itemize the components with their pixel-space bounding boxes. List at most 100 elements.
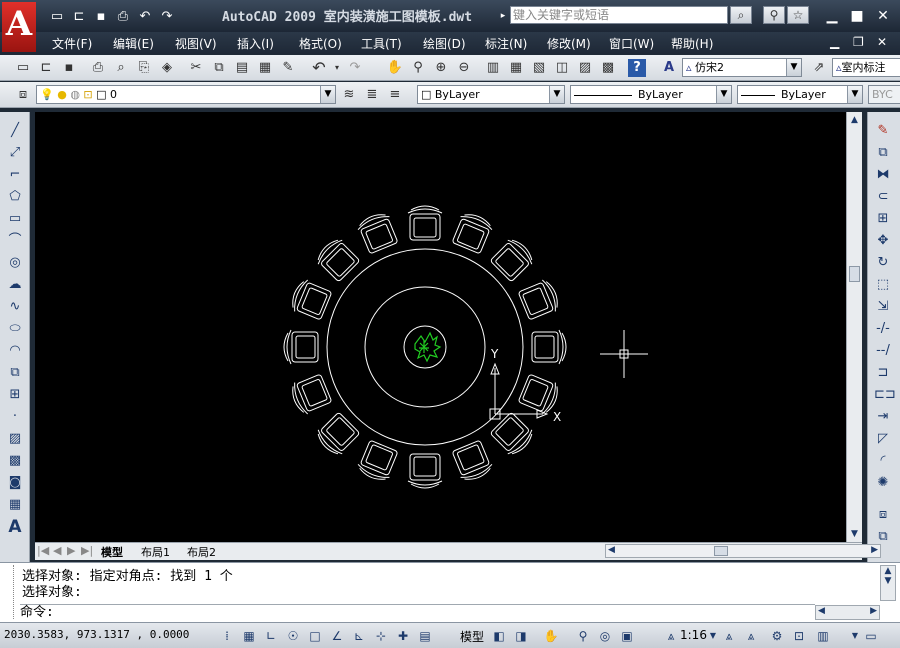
- object-snap-icon[interactable]: □: [306, 627, 324, 645]
- redo-icon[interactable]: ↷: [346, 59, 364, 77]
- circle-icon[interactable]: ◎: [6, 254, 24, 272]
- menu-view[interactable]: 视图(V): [175, 35, 217, 52]
- offset-icon[interactable]: ⊂: [874, 188, 892, 206]
- qnew-icon[interactable]: ▭: [14, 59, 32, 77]
- chair[interactable]: [288, 372, 332, 416]
- maximize-icon[interactable]: ■: [847, 8, 867, 24]
- multiline-text-icon[interactable]: A: [6, 518, 24, 536]
- plotstyle-control-select[interactable]: BYC: [868, 85, 900, 104]
- zoom-realtime-icon[interactable]: ⚲: [409, 59, 427, 77]
- command-h-scrollbar[interactable]: ◀ ▶: [815, 605, 880, 620]
- move-icon[interactable]: ✥: [874, 232, 892, 250]
- tab-nav-next-icon[interactable]: ▶: [67, 544, 75, 557]
- chair[interactable]: [313, 235, 361, 283]
- redo-icon[interactable]: ↷: [158, 8, 176, 26]
- grid-display-icon[interactable]: ▦: [240, 627, 258, 645]
- undo-dropdown-icon[interactable]: ▾: [328, 59, 346, 77]
- close-icon[interactable]: ✕: [873, 8, 893, 24]
- annotation-scale-value[interactable]: 1:16: [680, 628, 707, 642]
- layer-previous-icon[interactable]: ≣: [363, 86, 381, 104]
- scroll-thumb[interactable]: [849, 266, 860, 282]
- quick-properties-icon[interactable]: ▤: [416, 627, 434, 645]
- polyline-icon[interactable]: ⌐: [6, 166, 24, 184]
- design-center-3d-icon[interactable]: ◈: [158, 59, 176, 77]
- chevron-down-icon[interactable]: ▼: [320, 86, 335, 103]
- quick-view-drawings-icon[interactable]: ◨: [512, 627, 530, 645]
- plot-icon[interactable]: ⎙: [89, 59, 107, 77]
- tab-layout2[interactable]: 布局2: [187, 544, 216, 560]
- tab-model[interactable]: 模型: [101, 544, 123, 560]
- chair[interactable]: [283, 329, 319, 365]
- mirror-icon[interactable]: ⧓: [874, 166, 892, 184]
- menu-help[interactable]: 帮助(H): [671, 35, 713, 52]
- object-snap-tracking-icon[interactable]: ∠: [328, 627, 346, 645]
- menu-edit[interactable]: 编辑(E): [113, 35, 154, 52]
- ellipse-icon[interactable]: ⬭: [6, 320, 24, 338]
- lineweight-control-select[interactable]: ByLayer ▼: [737, 85, 863, 104]
- chair[interactable]: [531, 329, 567, 365]
- print-icon[interactable]: ⎙: [114, 8, 132, 26]
- pan-status-icon[interactable]: ✋: [542, 627, 560, 645]
- revision-cloud-icon[interactable]: ☁: [6, 276, 24, 294]
- pan-icon[interactable]: ✋: [386, 59, 404, 77]
- layer-states-icon[interactable]: ≡: [386, 86, 404, 104]
- ortho-mode-icon[interactable]: ∟: [262, 627, 280, 645]
- tab-nav-last-icon[interactable]: ▶|: [81, 544, 93, 557]
- copy-icon[interactable]: ⧉: [210, 59, 228, 77]
- undo-icon[interactable]: ↶: [310, 59, 328, 77]
- chevron-down-icon[interactable]: ▼: [786, 59, 801, 76]
- layer-manager-icon[interactable]: ⧈: [14, 86, 32, 104]
- menu-draw[interactable]: 绘图(D): [423, 35, 466, 52]
- communication-center-icon[interactable]: ⚲: [763, 6, 785, 24]
- command-input[interactable]: 命令:: [20, 604, 815, 621]
- line-icon[interactable]: ╱: [6, 122, 24, 140]
- chamfer-icon[interactable]: ◸: [874, 430, 892, 448]
- menu-window[interactable]: 窗口(W): [609, 35, 654, 52]
- properties-icon[interactable]: ▥: [484, 59, 502, 77]
- dynamic-ucs-icon[interactable]: ⊾: [350, 627, 368, 645]
- save-icon[interactable]: ▪: [60, 59, 78, 77]
- copy-object-icon[interactable]: ⧉: [874, 144, 892, 162]
- new-file-icon[interactable]: ▭: [48, 8, 66, 26]
- tab-layout1[interactable]: 布局1: [141, 544, 170, 560]
- paste-icon[interactable]: ▤: [233, 59, 251, 77]
- dim-style-icon[interactable]: ⇗: [810, 59, 828, 77]
- paste-block-icon[interactable]: ▦: [256, 59, 274, 77]
- scroll-right-icon[interactable]: ▶: [871, 545, 878, 555]
- centerpiece-plant[interactable]: [414, 331, 442, 363]
- rotate-icon[interactable]: ↻: [874, 254, 892, 272]
- command-grip[interactable]: [4, 565, 14, 619]
- draworder-icon[interactable]: ⧈: [874, 506, 892, 524]
- insert-block-icon[interactable]: ⧉: [6, 364, 24, 382]
- steering-wheel-icon[interactable]: ◎: [596, 627, 614, 645]
- cmd-scroll-right-icon[interactable]: ▶: [870, 606, 877, 616]
- plot-preview-icon[interactable]: ⌕: [112, 59, 130, 77]
- zoom-previous-icon[interactable]: ⊖: [455, 59, 473, 77]
- scroll-left-icon[interactable]: ◀: [608, 545, 615, 555]
- make-current-layer-icon[interactable]: ≋: [340, 86, 358, 104]
- status-tray-icon[interactable]: ▥: [814, 627, 832, 645]
- scroll-up-icon[interactable]: ▲: [847, 112, 862, 128]
- color-control-select[interactable]: □ ByLayer ▼: [417, 85, 565, 104]
- save-icon[interactable]: ▪: [92, 8, 110, 26]
- text-style-icon[interactable]: A: [660, 59, 678, 77]
- trim-icon[interactable]: -/-: [874, 320, 892, 338]
- doc-close-icon[interactable]: ✕: [877, 35, 887, 49]
- showmotion-icon[interactable]: ▣: [618, 627, 636, 645]
- chair[interactable]: [313, 411, 361, 459]
- construction-line-icon[interactable]: ⤢: [6, 144, 24, 162]
- polygon-icon[interactable]: ⬠: [6, 188, 24, 206]
- chair[interactable]: [450, 210, 494, 254]
- doc-restore-icon[interactable]: ❐: [853, 35, 864, 49]
- spline-icon[interactable]: ∿: [6, 298, 24, 316]
- join-icon[interactable]: ⇥: [874, 408, 892, 426]
- clean-screen-icon[interactable]: ▭: [862, 627, 880, 645]
- command-scrollbar[interactable]: ▲ ▼: [880, 565, 896, 601]
- chair[interactable]: [407, 205, 443, 241]
- vertical-scrollbar[interactable]: ▲ ▼: [846, 112, 862, 542]
- table-icon[interactable]: ▦: [6, 496, 24, 514]
- zoom-window-icon[interactable]: ⊕: [432, 59, 450, 77]
- layer-select[interactable]: 💡 ● ◍ ⊡ □ 0 ▼: [36, 85, 336, 104]
- ellipse-arc-icon[interactable]: ◠: [6, 342, 24, 360]
- doc-minimize-icon[interactable]: ▁: [830, 35, 839, 49]
